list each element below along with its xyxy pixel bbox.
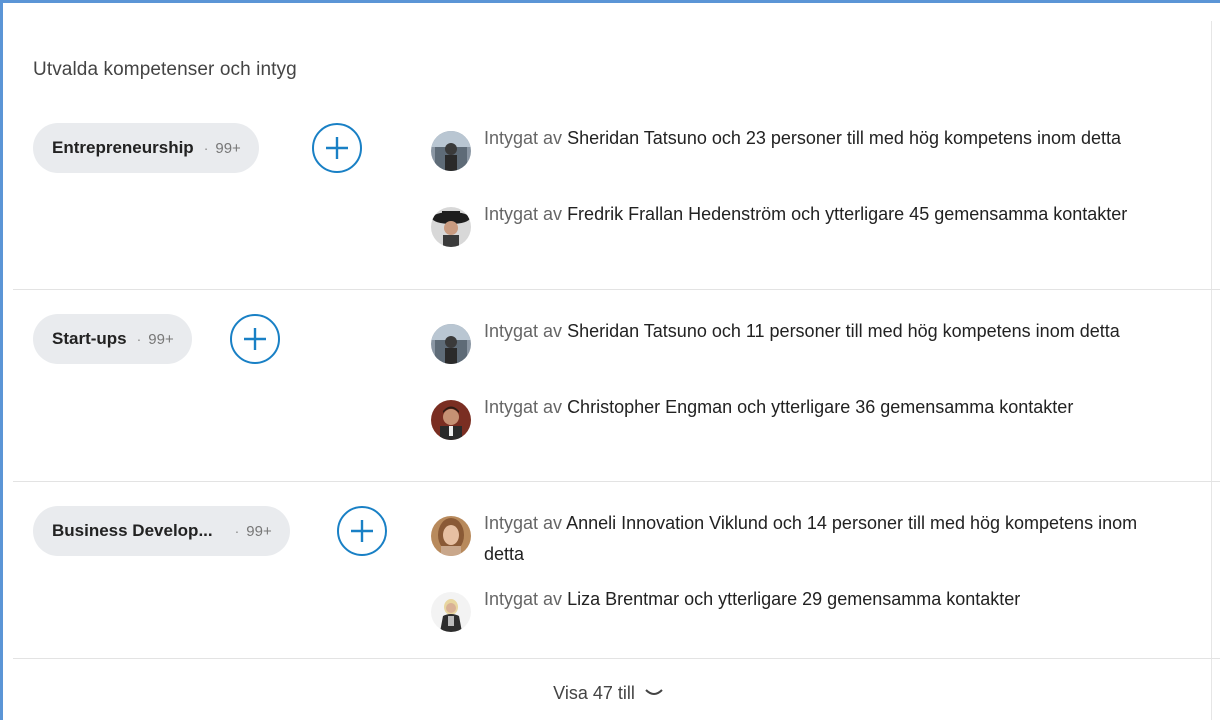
endorsement-count: 99+	[148, 330, 174, 348]
endorse-detail: Fredrik Frallan Hedenström och ytterliga…	[567, 204, 1128, 224]
show-more-label: Visa 47 till	[553, 682, 635, 703]
endorsement-item: Intygat av Liza Brentmar och ytterligare…	[431, 584, 1171, 632]
endorse-prefix: Intygat av	[484, 204, 563, 224]
row-divider	[13, 658, 1220, 659]
endorse-detail: Sheridan Tatsuno och 23 personer till me…	[567, 128, 1122, 148]
skill-row-entrepreneurship: Entrepreneurship · 99+ Intygat av Sherid…	[3, 113, 1213, 289]
endorsement-item: Intygat av Sheridan Tatsuno och 23 perso…	[431, 123, 1171, 171]
skill-separator: ·	[136, 331, 142, 347]
plus-icon	[326, 137, 348, 159]
endorse-detail: Sheridan Tatsuno och 11 personer till me…	[567, 321, 1120, 341]
endorse-plus-button[interactable]	[312, 123, 362, 173]
christopher-avatar[interactable]	[431, 400, 471, 440]
endorsement-item: Intygat av Sheridan Tatsuno och 11 perso…	[431, 316, 1171, 364]
endorse-detail: Liza Brentmar och ytterligare 29 gemensa…	[567, 589, 1021, 609]
skill-pill[interactable]: Entrepreneurship · 99+	[33, 123, 259, 173]
endorse-plus-button[interactable]	[230, 314, 280, 364]
skill-separator: ·	[234, 523, 240, 539]
endorse-prefix: Intygat av	[484, 589, 563, 609]
skill-row-business-development: Business Develop... · 99+ Intygat av Ann…	[3, 482, 1213, 658]
anneli-avatar[interactable]	[431, 516, 471, 556]
endorse-prefix: Intygat av	[484, 513, 563, 533]
liza-avatar[interactable]	[431, 592, 471, 632]
skill-separator: ·	[203, 140, 209, 156]
endorse-plus-button[interactable]	[337, 506, 387, 556]
endorse-prefix: Intygat av	[484, 321, 563, 341]
endorsement-item: Intygat av Anneli Innovation Viklund och…	[431, 508, 1171, 570]
show-more-button[interactable]: Visa 47 till	[3, 663, 1213, 723]
sheridan-avatar[interactable]	[431, 324, 471, 364]
skill-name: Start-ups	[52, 329, 127, 348]
endorsement-item: Intygat av Fredrik Frallan Hedenström oc…	[431, 199, 1171, 247]
skill-pill[interactable]: Start-ups · 99+	[33, 314, 192, 364]
chevron-down-icon	[645, 689, 663, 695]
sheridan-avatar[interactable]	[431, 131, 471, 171]
plus-icon	[351, 520, 373, 542]
skill-name: Entrepreneurship	[52, 138, 194, 157]
endorse-detail: Christopher Engman och ytterligare 36 ge…	[567, 397, 1074, 417]
endorsement-count: 99+	[246, 522, 272, 540]
section-title: Utvalda kompetenser och intyg	[33, 59, 297, 80]
endorsement-item: Intygat av Christopher Engman och ytterl…	[431, 392, 1171, 440]
endorsement-count: 99+	[215, 139, 241, 157]
skill-row-start-ups: Start-ups · 99+ Intygat av Sheridan Tats…	[3, 290, 1213, 481]
endorse-prefix: Intygat av	[484, 128, 563, 148]
skills-panel: Utvalda kompetenser och intyg Entreprene…	[0, 0, 1220, 720]
skill-name: Business Develop...	[52, 521, 213, 540]
plus-icon	[244, 328, 266, 350]
endorse-prefix: Intygat av	[484, 397, 563, 417]
endorse-detail: Anneli Innovation Viklund och 14 persone…	[484, 513, 1138, 564]
fredrik-avatar[interactable]	[431, 207, 471, 247]
skill-pill[interactable]: Business Develop... · 99+	[33, 506, 290, 556]
